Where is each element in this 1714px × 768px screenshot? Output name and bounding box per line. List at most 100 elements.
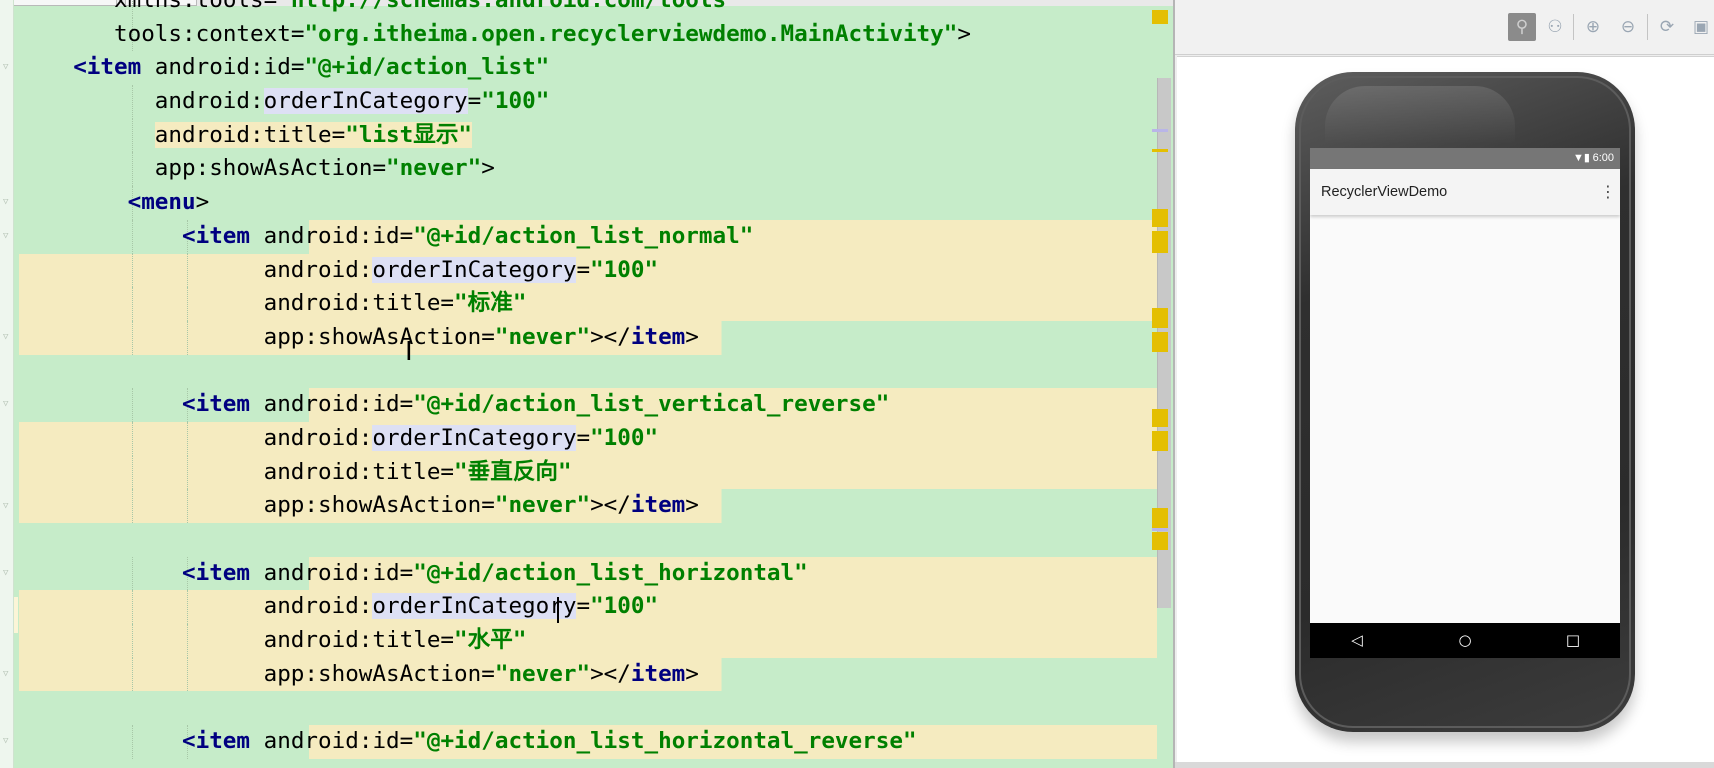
xml-attribute: app:showAsAction= <box>154 155 387 182</box>
code-line[interactable]: xmlns:tools="http://schemas.android.com/… <box>19 0 1157 18</box>
home-icon[interactable]: ○ <box>1450 623 1480 658</box>
change-marker <box>1152 129 1168 132</box>
overflow-menu-icon[interactable]: ⋮ <box>1600 182 1616 202</box>
code-line[interactable]: android:orderInCategory="100" <box>19 421 1157 456</box>
code-line[interactable]: android:title="标准" <box>19 287 1157 321</box>
code-text: <item android:id="@+id/action_list_horiz… <box>182 557 808 591</box>
code-text: android:orderInCategory="100" <box>155 85 549 119</box>
recents-icon[interactable]: □ <box>1558 623 1588 658</box>
xml-value: "@+id/action_list_vertical_reverse" <box>413 391 890 418</box>
xml-value: "@+id/action_list_horizontal" <box>413 559 808 586</box>
toolbar-separator <box>1647 14 1648 40</box>
zoom-fit-icon[interactable]: ⚇ <box>1541 13 1569 41</box>
xml-attribute: > <box>195 189 210 216</box>
xml-value: "list显示" <box>345 121 473 148</box>
fold-icon[interactable]: ▽ <box>3 231 12 241</box>
xml-attribute: orderInCategory <box>372 424 577 451</box>
indent-guide <box>132 455 134 490</box>
code-line[interactable]: <item android:id="@+id/action_list_norma… <box>19 219 1157 254</box>
code-text: android:orderInCategory="100" <box>264 422 658 456</box>
code-line[interactable]: app:showAsAction="never"></item> <box>19 489 1157 523</box>
code-line[interactable]: <item android:id="@+id/action_list" <box>19 51 1157 85</box>
code-text: <item android:id="@+id/action_list_norma… <box>182 220 753 254</box>
indent-guide <box>132 152 134 187</box>
code-text: <menu> <box>128 186 210 220</box>
indent-guide <box>132 489 134 523</box>
fold-icon[interactable]: ▽ <box>3 198 12 207</box>
app-bar: RecyclerViewDemo ⋮ <box>1310 169 1620 215</box>
xml-value: "http://schemas.android.com/tools" <box>277 0 740 13</box>
indent-guide <box>186 455 189 490</box>
code-lines[interactable]: xmlns:tools="http://schemas.android.com/… <box>19 0 1157 759</box>
change-marker <box>1152 532 1168 550</box>
xml-attribute: android:id= <box>141 54 305 81</box>
code-text: android:orderInCategory="100" <box>264 590 658 624</box>
fold-icon[interactable]: ▽ <box>3 333 12 342</box>
code-line[interactable]: <item android:id="@+id/action_list_horiz… <box>19 556 1157 591</box>
indent-guide <box>132 388 134 422</box>
change-marker <box>1152 149 1168 152</box>
indent-guide <box>132 421 134 456</box>
xml-attribute: android: <box>263 256 373 283</box>
fold-icon[interactable]: ▽ <box>3 501 12 511</box>
zoom-actual-icon[interactable]: ⚲ <box>1508 13 1536 41</box>
fold-icon[interactable]: ▽ <box>3 737 12 746</box>
change-marker <box>1152 10 1168 24</box>
code-line[interactable]: <menu> <box>19 186 1157 220</box>
code-line[interactable] <box>19 355 1157 389</box>
change-marker <box>1152 508 1168 528</box>
xml-tag: <item <box>182 559 251 586</box>
code-text: <item android:id="@+id/action_list_verti… <box>182 388 889 422</box>
indent-guide <box>132 118 134 153</box>
back-icon[interactable]: ◁ <box>1342 623 1372 658</box>
zoom-in-icon[interactable]: ⊕ <box>1579 13 1607 41</box>
indent-guide <box>186 590 189 625</box>
code-line[interactable]: android:orderInCategory="100" <box>19 253 1157 288</box>
xml-attribute: android:id= <box>250 559 414 586</box>
refresh-icon[interactable]: ⟳ <box>1653 13 1681 41</box>
fold-icon[interactable]: ▽ <box>3 568 12 578</box>
change-marker <box>1152 431 1168 451</box>
xml-attribute: ></ <box>590 323 631 350</box>
code-text: android:title="标准" <box>264 287 527 321</box>
indent-guide <box>186 421 189 456</box>
xml-attribute: android:title= <box>263 290 455 317</box>
code-line[interactable]: android:title="list显示" <box>19 118 1157 153</box>
code-line[interactable]: android:orderInCategory="100" <box>19 590 1157 625</box>
code-line[interactable]: app:showAsAction="never"> <box>19 152 1157 187</box>
code-line[interactable]: tools:context="org.itheima.open.recycler… <box>19 17 1157 52</box>
indent-guide <box>186 287 189 321</box>
code-text: app:showAsAction="never"> <box>155 152 495 186</box>
xml-tag: item <box>630 323 686 350</box>
change-marker <box>1152 528 1168 531</box>
code-line[interactable] <box>19 691 1157 725</box>
code-line[interactable]: <item android:id="@+id/action_list_horiz… <box>19 725 1157 759</box>
code-line[interactable]: android:title="垂直反向" <box>19 455 1157 490</box>
code-line[interactable]: android:title="水平" <box>19 624 1157 658</box>
fold-icon[interactable]: ▽ <box>3 63 12 72</box>
code-line[interactable]: app:showAsAction="never"></item> <box>19 657 1157 692</box>
code-line[interactable]: android:orderInCategory="100" <box>19 85 1157 119</box>
indent-guide <box>132 657 134 692</box>
indent-guide <box>132 287 134 321</box>
indent-guide <box>132 624 134 658</box>
editor-gutter[interactable]: ▽ ▽ ▽ ▽ ▽ ▽ ▽ ▽ ▽ <box>0 0 14 768</box>
code-text: android:orderInCategory="100" <box>263 254 658 288</box>
code-text: app:showAsAction="never"></item> <box>264 321 699 355</box>
zoom-out-icon[interactable]: ⊖ <box>1614 13 1642 41</box>
indent-guide <box>186 624 189 658</box>
code-line[interactable]: app:showAsAction="never"></item> <box>19 320 1157 355</box>
xml-attribute: > <box>685 492 699 519</box>
code-editor[interactable]: ▽ ▽ ▽ ▽ ▽ ▽ ▽ ▽ ▽ xmlns:tools="http://schemas.an… <box>0 0 1173 768</box>
code-line[interactable]: <item android:id="@+id/action_list_verti… <box>19 388 1157 422</box>
fold-icon[interactable]: ▽ <box>3 400 12 409</box>
code-line[interactable] <box>19 523 1157 557</box>
indent-guide <box>132 253 134 288</box>
screenshot-icon[interactable]: ▣ <box>1687 13 1714 41</box>
preview-canvas: ▼▮ 6:00 RecyclerViewDemo ⋮ ◁ ○ □ <box>1177 56 1714 763</box>
xml-attribute: xmlns:tools= <box>114 0 278 13</box>
fold-icon[interactable]: ▽ <box>3 670 12 679</box>
xml-tag: <menu <box>127 189 196 216</box>
xml-attribute: android:title= <box>263 627 455 654</box>
xml-attribute: orderInCategory <box>372 593 577 620</box>
